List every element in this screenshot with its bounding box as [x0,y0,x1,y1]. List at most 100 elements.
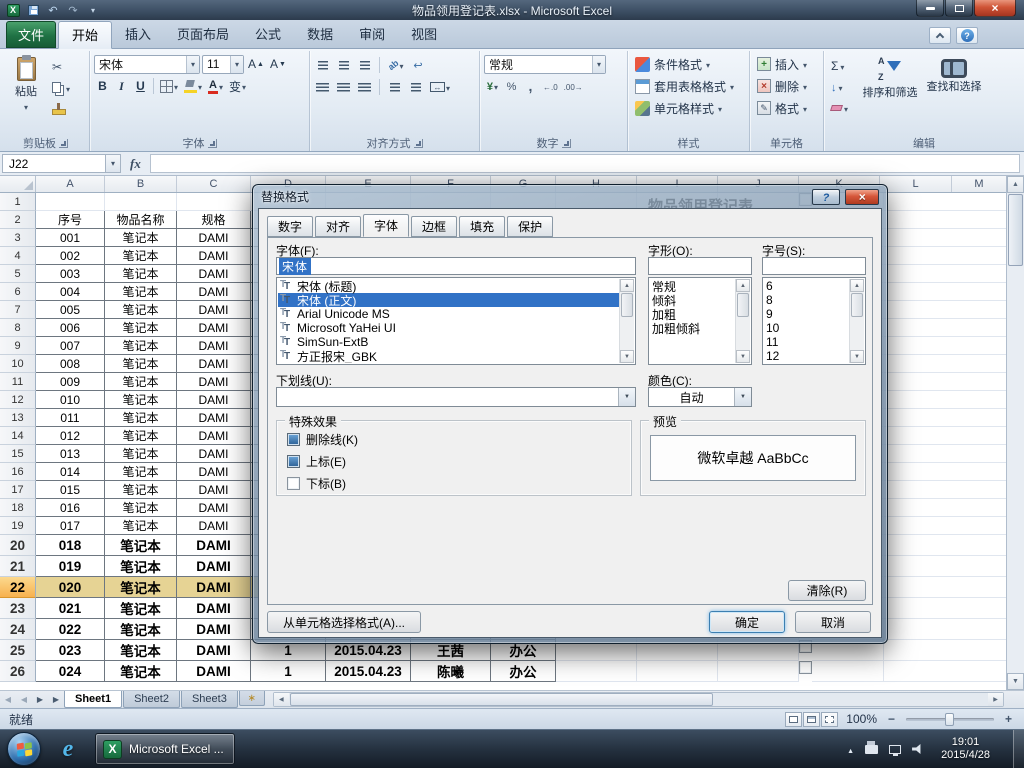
dropdown-icon[interactable] [186,55,199,73]
font-style-input[interactable] [648,257,752,275]
font-size-item[interactable]: 10 [764,321,849,335]
effect-checkbox-row[interactable]: 下标(B) [287,476,358,491]
ribbon-tab[interactable]: 审阅 [346,22,398,48]
cell[interactable] [884,577,1006,598]
dialog-launcher-icon[interactable] [207,138,217,148]
undo-icon[interactable] [44,2,62,18]
internet-explorer-button[interactable] [49,730,87,768]
ribbon-tab[interactable]: 开始 [58,21,113,49]
cell[interactable] [884,463,1006,481]
cell[interactable]: DAMI [177,337,251,355]
volume-tray-icon[interactable] [912,744,921,754]
row-header[interactable]: 9 [0,337,36,355]
cell[interactable]: DAMI [177,640,251,661]
scroll-down-icon[interactable] [1007,673,1024,690]
cell[interactable]: 002 [36,247,105,265]
row-header[interactable]: 11 [0,373,36,391]
cut-button[interactable] [49,57,77,76]
minimize-ribbon-button[interactable] [929,27,951,44]
font-list-item[interactable]: Microsoft YaHei UI [278,321,619,336]
cell[interactable] [812,661,884,682]
maximize-button[interactable] [945,0,973,17]
underline-button[interactable]: U [132,77,149,96]
show-desktop-button[interactable] [1013,729,1024,768]
column-header[interactable]: M [952,176,1006,192]
row-header[interactable]: 12 [0,391,36,409]
cell[interactable]: 笔记本 [105,661,177,682]
cell[interactable] [799,661,812,674]
cell[interactable]: 018 [36,535,105,556]
cell[interactable] [884,619,1006,640]
cell[interactable]: 010 [36,391,105,409]
shrink-font-button[interactable]: A ▼ [268,55,288,74]
font-size-item[interactable]: 8 [764,293,849,307]
align-center-button[interactable] [335,78,352,97]
zoom-slider[interactable] [906,712,994,726]
cell[interactable]: 011 [36,409,105,427]
row-header[interactable]: 5 [0,265,36,283]
cell[interactable] [884,409,1006,427]
cell[interactable]: 008 [36,355,105,373]
row-header[interactable]: 13 [0,409,36,427]
cell[interactable]: 023 [36,640,105,661]
percent-style-button[interactable] [503,77,520,96]
merge-center-button[interactable] [428,78,452,97]
cell[interactable]: DAMI [177,229,251,247]
row-header[interactable]: 16 [0,463,36,481]
row-header[interactable]: 21 [0,556,36,577]
grow-font-button[interactable]: A ▲ [246,55,266,74]
borders-button[interactable] [158,77,180,96]
ribbon-tab[interactable]: 公式 [242,22,294,48]
scroll-up-icon[interactable] [620,279,634,292]
sheet-tab[interactable]: Sheet2 [123,691,180,708]
name-box-dropdown-icon[interactable] [106,154,121,173]
sort-filter-button[interactable]: 排序和筛选 [860,53,920,135]
cell[interactable]: DAMI [177,619,251,640]
cell[interactable]: DAMI [177,373,251,391]
page-layout-view-button[interactable] [803,711,821,727]
cell[interactable] [884,481,1006,499]
cell[interactable]: 2015.04.23 [326,661,411,682]
excel-logo-icon[interactable] [4,2,22,18]
cell[interactable]: 015 [36,481,105,499]
column-header[interactable]: L [880,176,952,192]
select-all-corner[interactable] [0,176,36,192]
cell[interactable] [884,193,1006,211]
cell[interactable]: 019 [36,556,105,577]
cell[interactable]: 003 [36,265,105,283]
wrap-text-button[interactable] [410,56,427,75]
cell[interactable] [884,427,1006,445]
dialog-launcher-icon[interactable] [561,138,571,148]
cell[interactable]: DAMI [177,499,251,517]
cell[interactable] [884,445,1006,463]
horizontal-scrollbar[interactable] [272,692,1004,707]
cell[interactable] [884,535,1006,556]
formula-input[interactable] [149,154,1020,173]
cell[interactable]: 笔记本 [105,319,177,337]
insert-worksheet-button[interactable] [238,691,265,706]
cell[interactable]: 013 [36,445,105,463]
cell[interactable]: DAMI [177,319,251,337]
cell[interactable]: DAMI [177,247,251,265]
cell[interactable] [884,265,1006,283]
fill-color-button[interactable] [182,77,204,96]
font-name-combo[interactable]: 宋体 [94,54,200,74]
zoom-level[interactable]: 100% [846,712,877,726]
cell[interactable]: 笔记本 [105,499,177,517]
font-list-scrollbar[interactable] [619,279,634,363]
cell[interactable]: 笔记本 [105,463,177,481]
format-as-table-button[interactable]: 套用表格格式 [632,75,745,97]
align-top-button[interactable] [314,56,331,75]
ok-button[interactable]: 确定 [709,611,785,633]
cell[interactable]: 020 [36,577,105,598]
cell[interactable]: 笔记本 [105,373,177,391]
horizontal-scrollbar-thumb[interactable] [289,693,713,706]
cell[interactable] [884,391,1006,409]
cell[interactable]: DAMI [177,577,251,598]
row-header[interactable]: 22 [0,577,36,598]
scroll-down-icon[interactable] [620,350,634,363]
size-list-scrollbar[interactable] [849,279,864,363]
dialog-tab[interactable]: 边框 [411,216,458,237]
font-size-item[interactable]: 9 [764,307,849,321]
dropdown-icon[interactable] [592,55,605,73]
